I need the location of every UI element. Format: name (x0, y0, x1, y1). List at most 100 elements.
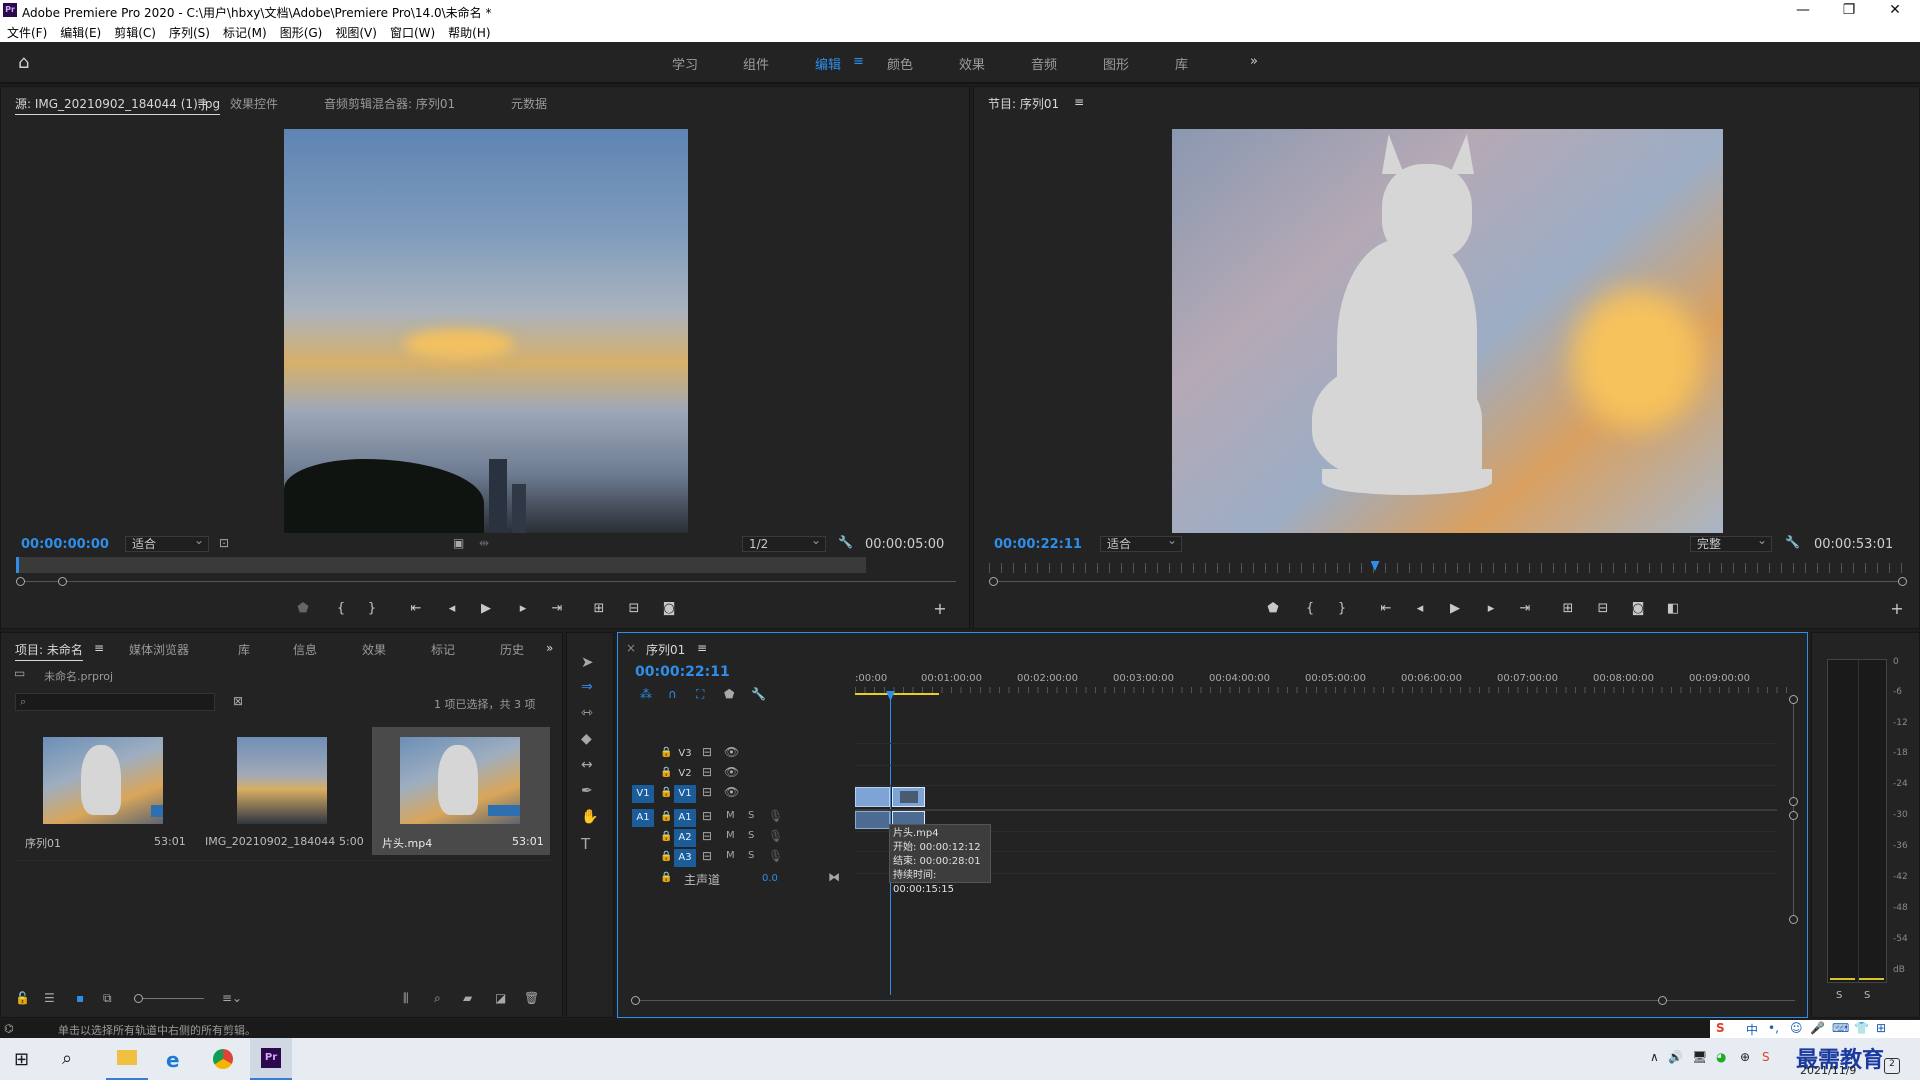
microphone-icon[interactable]: 🎙 (768, 809, 783, 823)
horizontal-scrollbar[interactable] (635, 1000, 1795, 1001)
workspace-menu-icon[interactable]: ≡ (853, 54, 864, 69)
menu-window[interactable]: 窗口(W) (383, 22, 441, 41)
program-zoom-end-handle[interactable] (1898, 577, 1907, 586)
file-explorer-icon[interactable] (106, 1038, 148, 1080)
source-resolution-dropdown[interactable]: 1/2 (742, 533, 826, 552)
lock-icon[interactable]: 🔒 (660, 767, 672, 778)
track-label-v1[interactable]: V1 (674, 785, 696, 803)
mark-in-icon[interactable]: { (1300, 601, 1320, 616)
menu-clip[interactable]: 剪辑(C) (107, 22, 162, 41)
track-label-a2[interactable]: A2 (674, 829, 696, 847)
start-menu-icon[interactable]: ⊞ (14, 1049, 29, 1070)
menu-edit[interactable]: 编辑(E) (53, 22, 107, 41)
source-zoom-end-handle[interactable] (58, 577, 67, 586)
solo-right-button[interactable]: S (1864, 990, 1870, 1001)
chrome-icon[interactable] (202, 1038, 244, 1080)
microphone-icon[interactable]: 🎙 (768, 849, 783, 863)
linked-selection-icon[interactable]: ⛶ (696, 687, 704, 702)
new-search-bin-icon[interactable]: ⊠ (233, 694, 243, 708)
lock-icon[interactable]: 🔒 (660, 831, 672, 842)
lock-icon[interactable]: 🔒 (660, 747, 672, 758)
camera-icon[interactable]: ◙ (659, 601, 679, 616)
source-patch-a1[interactable]: A1 (632, 809, 654, 827)
eye-icon[interactable]: 👁 (724, 765, 739, 779)
tab-effect-controls[interactable]: 效果控件 (230, 95, 278, 112)
ime-voice-icon[interactable]: 🎤 (1810, 1021, 1825, 1035)
sync-lock-icon[interactable]: ⊟ (702, 849, 712, 863)
lock-icon[interactable]: 🔒 (660, 851, 672, 862)
step-forward-icon[interactable]: ▸ (1481, 601, 1501, 616)
slip-tool-icon[interactable]: ↔ (581, 757, 593, 773)
menu-help[interactable]: 帮助(H) (441, 22, 496, 41)
source-panel-menu-icon[interactable]: ≡ (197, 95, 207, 109)
icon-view-icon[interactable]: ▪ (76, 991, 84, 1005)
workspace-assembly[interactable]: 组件 (743, 54, 769, 73)
more-workspaces-icon[interactable]: » (1250, 54, 1258, 69)
master-end-icon[interactable]: ⧓ (828, 870, 840, 884)
find-icon[interactable]: ⌕ (434, 991, 441, 1006)
tab-program[interactable]: 节目: 序列01 (988, 95, 1059, 112)
search-icon[interactable]: ⌕ (62, 1048, 72, 1069)
lock-icon[interactable]: 🔒 (660, 787, 672, 798)
maximize-button[interactable]: ❐ (1826, 0, 1872, 22)
ime-keyboard-icon[interactable]: ⌨ (1832, 1021, 1849, 1035)
project-search-input[interactable]: ⌕ (15, 693, 215, 711)
source-time-ruler[interactable] (16, 557, 866, 573)
clip-icon[interactable]: ▣ (453, 536, 464, 550)
add-marker-icon[interactable]: ⬟ (724, 687, 734, 701)
tab-sequence[interactable]: 序列01 (646, 641, 685, 658)
project-item[interactable]: IMG_20210902_184044 ... 5:00 (197, 727, 367, 855)
new-bin-icon[interactable]: ▰ (463, 991, 472, 1005)
project-item[interactable]: 序列01 53:01 (15, 727, 195, 855)
tab-audio-clip-mixer[interactable]: 音频剪辑混合器: 序列01 (324, 95, 455, 112)
lock-icon[interactable]: 🔓 (15, 991, 30, 1005)
workspace-graphics[interactable]: 图形 (1103, 54, 1129, 73)
project-panel-menu-icon[interactable]: ≡ (94, 641, 104, 655)
source-fit-dropdown[interactable]: 适合 (125, 533, 209, 552)
tab-source[interactable]: 源: IMG_20210902_184044 (1).jpg (15, 95, 221, 115)
minimize-button[interactable]: — (1780, 0, 1826, 22)
sogou-icon[interactable]: S (1716, 1021, 1725, 1035)
track-label-v3[interactable]: V3 (674, 745, 696, 763)
more-tabs-icon[interactable]: » (546, 641, 553, 655)
solo-left-button[interactable]: S (1836, 990, 1842, 1001)
ime-skin-icon[interactable]: 👕 (1854, 1021, 1869, 1035)
source-zoom-start-handle[interactable] (16, 577, 25, 586)
zoom-start-handle[interactable] (631, 996, 640, 1005)
ime-tools-icon[interactable]: ⊞ (1876, 1021, 1886, 1035)
program-quality-dropdown[interactable]: 完整 (1690, 533, 1772, 552)
camera-icon[interactable]: ◙ (1628, 601, 1648, 616)
ime-punctuation-icon[interactable]: •, (1768, 1021, 1779, 1035)
go-to-out-icon[interactable]: ⇥ (1515, 601, 1535, 616)
program-zoom-start-handle[interactable] (989, 577, 998, 586)
list-view-icon[interactable]: ☰ (44, 991, 55, 1005)
insert-icon[interactable]: ⊞ (589, 601, 609, 616)
comparison-view-icon[interactable]: ◧ (1663, 601, 1683, 616)
edge-browser-icon[interactable]: e (154, 1038, 196, 1080)
project-empty-area[interactable] (15, 860, 550, 990)
microphone-icon[interactable]: 🎙 (768, 829, 783, 843)
tray-ime-icon[interactable]: ⊕ (1740, 1050, 1750, 1064)
lock-icon[interactable]: 🔒 (660, 872, 672, 883)
vertical-scrollbar[interactable] (1793, 695, 1794, 921)
automate-to-sequence-icon[interactable]: ⫼ (403, 991, 409, 1006)
tab-media-browser[interactable]: 媒体浏览器 (129, 641, 189, 658)
zoom-slider-handle[interactable] (134, 994, 143, 1003)
timeline-menu-icon[interactable]: ≡ (697, 641, 707, 655)
nest-icon[interactable]: ⁂ (640, 687, 652, 701)
project-item-selected[interactable]: 片头.mp4 53:01 (372, 727, 550, 855)
master-volume-value[interactable]: 0.0 (762, 873, 778, 884)
sync-lock-icon[interactable]: ⊟ (702, 829, 712, 843)
tray-app-icon[interactable]: ◕ (1716, 1050, 1726, 1064)
tab-history[interactable]: 历史 (500, 641, 524, 658)
wrench-icon[interactable]: 🔧 (1785, 535, 1800, 549)
selection-tool-icon[interactable]: ➤ (581, 653, 594, 671)
tab-libraries[interactable]: 库 (238, 641, 250, 658)
mute-button[interactable]: M (726, 830, 735, 841)
source-timecode[interactable]: 00:00:00:00 (21, 537, 109, 552)
sync-lock-icon[interactable]: ⊟ (702, 745, 712, 759)
go-to-in-icon[interactable]: ⇤ (1376, 601, 1396, 616)
menu-file[interactable]: 文件(F) (0, 22, 53, 41)
timeline-settings-icon[interactable]: 🔧 (751, 687, 766, 701)
ime-toolbar[interactable]: S 中 •, ☺ 🎤 ⌨ 👕 ⊞ (1710, 1020, 1920, 1038)
